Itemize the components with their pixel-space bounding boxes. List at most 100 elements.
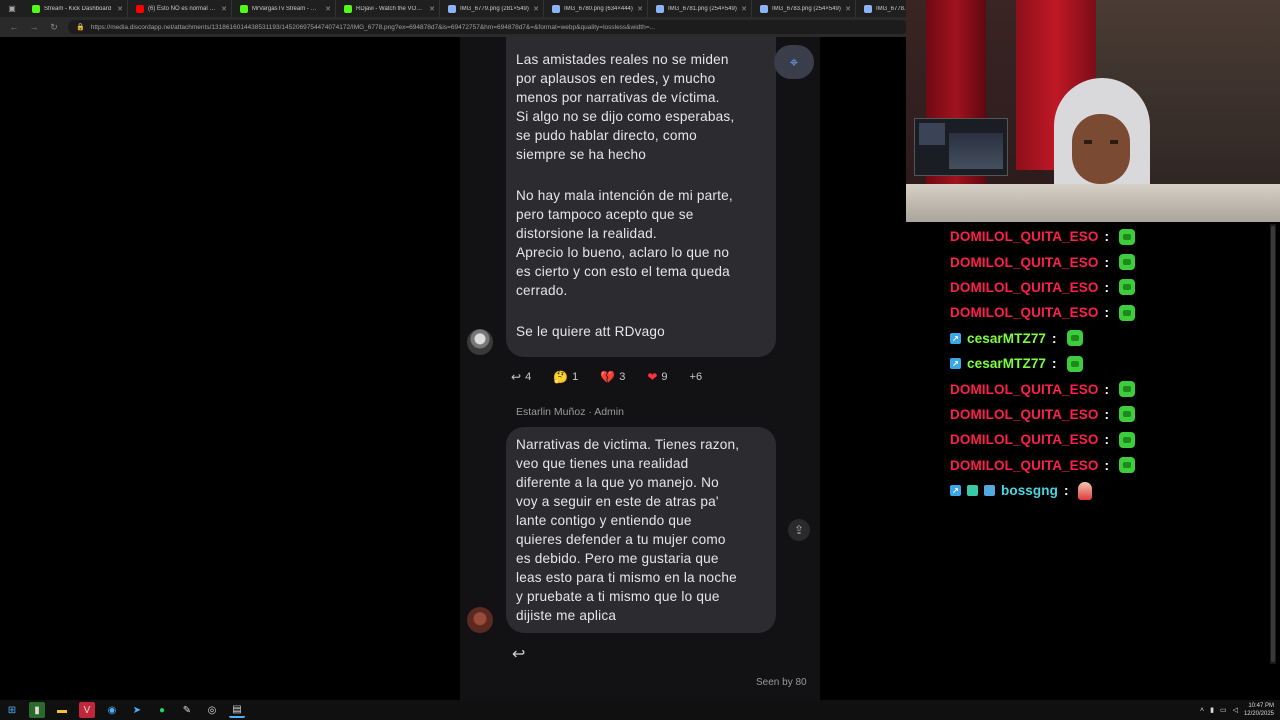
clock-time: 10:47 PM [1248,703,1274,709]
chat-separator: : [1104,432,1109,448]
desk [906,184,1280,222]
clock[interactable]: 10:47 PM 12/20/2025 [1244,702,1274,718]
volume-icon[interactable]: ◁ [1233,706,1238,714]
clock-date: 12/20/2025 [1243,711,1274,717]
telegram-icon[interactable]: ➤ [129,702,145,718]
tab-label: IMG_6783.png (254×549) [772,5,841,12]
chat-separator: : [1104,406,1109,422]
browser-tab[interactable]: IMG_6779.png (281×549) ✕ [440,0,544,17]
tab-favicon-icon [32,4,40,13]
obs-icon[interactable]: ◎ [204,702,220,718]
chat-username[interactable]: DOMILOL_QUITA_ESO [950,255,1098,270]
chat-username[interactable]: DOMILOL_QUITA_ESO [950,229,1098,244]
message-line: se pudo hablar directo, como [516,128,697,143]
pen-icon[interactable]: ✎ [179,702,195,718]
close-icon[interactable]: ✕ [429,5,435,13]
chat-scrollbar[interactable] [1270,224,1276,664]
app-window-icon[interactable]: ▤ [229,702,245,718]
app-red-icon[interactable]: V [79,702,95,718]
message-line: es cierto y con esto el tema queda [516,264,730,279]
chat-message: DOMILOL_QUITA_ESO: [950,453,1270,478]
browser-tab[interactable]: Stream - Kick Dashboard ✕ [24,0,128,17]
start-icon[interactable]: ⊞ [4,702,20,718]
green-emote-icon [1066,330,1083,347]
seen-by-label: Seen by 80 [756,677,807,688]
network-icon[interactable]: ▭ [1220,706,1227,714]
reaction-thinking-emoji-icon[interactable]: 🤔 1 [548,367,583,387]
gameplay-thumbnail [914,118,1008,176]
close-icon[interactable]: ✕ [221,5,227,13]
message-line: Se le quiere att RDvago [516,324,665,339]
chat-message: DOMILOL_QUITA_ESO: [950,427,1270,452]
reaction-heart-icon[interactable]: ❤ 9 [642,367,672,387]
reload-icon[interactable]: ↻ [48,22,60,33]
tab-favicon-icon [344,4,352,13]
chat-username[interactable]: DOMILOL_QUITA_ESO [950,382,1098,397]
message-line: es debido. Pero me gustaria que [516,551,719,566]
share-icon[interactable]: ⇪ [788,519,810,541]
close-icon[interactable]: ✕ [325,5,331,13]
lens-search-icon[interactable]: ⌖ [774,45,814,79]
message-line: Si algo no se dijo como esperabas, [516,109,735,124]
window-menu-icon[interactable]: ▣ [0,0,24,17]
browser-tab[interactable]: IMG_6780.png (634×444) ✕ [544,0,648,17]
message-line: menos por narrativas de víctima. [516,90,720,105]
avatar-rdvago [467,329,493,355]
browser-tab[interactable]: IMG_6783.png (254×549) ✕ [752,0,856,17]
folder-icon[interactable]: ▬ [54,702,70,718]
reaction-more-reactions[interactable]: +6 [685,368,708,386]
face [1072,114,1130,184]
chrome-icon[interactable]: ◉ [104,702,120,718]
spotify-icon[interactable]: ● [154,702,170,718]
close-icon[interactable]: ✕ [741,5,747,13]
chat-message: ↗ cesarMTZ77: [950,326,1270,351]
chat-username[interactable]: cesarMTZ77 [967,356,1046,371]
close-icon[interactable]: ✕ [637,5,643,13]
close-icon[interactable]: ✕ [117,5,123,13]
chat-message: ↗ bossgng: [950,478,1270,503]
tab-favicon-icon [240,4,248,13]
close-icon[interactable]: ✕ [533,5,539,13]
webcam-overlay [906,0,1280,222]
green-emote-icon [1118,279,1135,296]
chat-message: DOMILOL_QUITA_ESO: [950,402,1270,427]
thinking-emoji-icon: 🤔 [553,370,569,384]
tab-label: RDjavi - Watch the VOD on ... [356,5,425,12]
chat-username[interactable]: DOMILOL_QUITA_ESO [950,305,1098,320]
browser-tab[interactable]: (6) Esto NO es normal 😳 | ... ✕ [128,0,232,17]
chat-username[interactable]: bossgng [1001,483,1058,498]
screen: ▣ Stream - Kick Dashboard ✕ (6) Esto NO es… [0,0,1280,720]
url-text: https://media.discordapp.net/attachments… [90,23,655,31]
reaction-count: 3 [619,371,626,383]
message-line: veo que tienes una realidad [516,456,689,471]
address-bar: ← → ↻ 🔒 https://media.discordapp.net/att… [0,17,908,37]
back-icon[interactable]: ← [8,22,20,32]
tab-favicon-icon [656,4,664,13]
message-bubble-second: Narrativas de victima. Tienes razon, veo … [506,427,776,633]
reaction-broken-heart-icon[interactable]: 💔 3 [595,367,630,387]
chat-username[interactable]: DOMILOL_QUITA_ESO [950,458,1098,473]
tab-label: IMG_6781.png (254×549) [668,5,737,12]
reply-icon[interactable]: ↩ [512,644,525,664]
browser-tab[interactable]: IMG_6781.png (254×549) ✕ [648,0,752,17]
tab-favicon-icon [552,4,560,13]
broken-heart-icon: 💔 [600,370,616,384]
chevron-up-icon[interactable]: ˄ [1200,707,1204,714]
message-bubble-first: Las amistades reales no se miden por apla… [506,37,776,357]
chat-username[interactable]: DOMILOL_QUITA_ESO [950,407,1098,422]
browser-tab[interactable]: MrVargasTv Stream - Watch ... ✕ [232,0,336,17]
chat-separator: : [1104,457,1109,473]
chat-username[interactable]: cesarMTZ77 [967,331,1046,346]
close-icon[interactable]: ✕ [845,5,851,13]
reaction-reply-icon[interactable]: ↩ 4 [506,367,536,387]
browser-tab[interactable]: RDjavi - Watch the VOD on ... ✕ [336,0,440,17]
chat-username[interactable]: DOMILOL_QUITA_ESO [950,280,1098,295]
forward-icon[interactable]: → [28,22,40,32]
reaction-count: 4 [525,371,532,383]
reaction-count: +6 [689,371,703,383]
mic-icon[interactable]: ▮ [1210,706,1214,714]
url-field[interactable]: 🔒 https://media.discordapp.net/attachmen… [68,20,908,34]
chat-username[interactable]: DOMILOL_QUITA_ESO [950,432,1098,447]
terminal-icon[interactable]: ▮ [29,702,45,718]
message-line: y pruebate a ti mismo que lo que [516,589,720,604]
